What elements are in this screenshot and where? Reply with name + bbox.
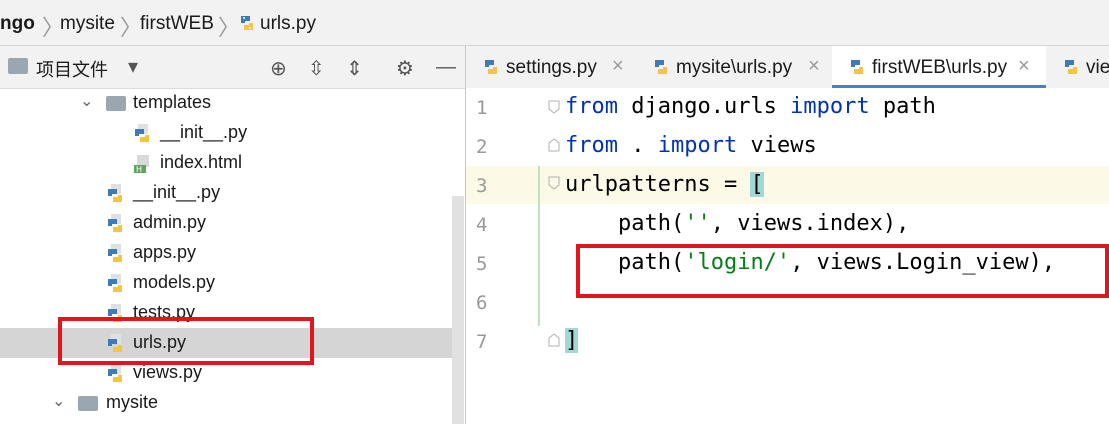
chevron-down-icon[interactable]: ▾ bbox=[128, 54, 138, 79]
tree-file[interactable]: admin.py bbox=[0, 208, 464, 238]
bracket-token: [ bbox=[750, 172, 764, 197]
svg-text:H: H bbox=[136, 165, 142, 174]
line-number: 6 bbox=[476, 292, 488, 314]
code-line[interactable]: from . import views bbox=[565, 133, 817, 158]
python-file-icon bbox=[1062, 58, 1080, 82]
hide-panel-icon[interactable]: — bbox=[436, 56, 456, 79]
tab-mysite-urls-py[interactable]: mysite\urls.py × bbox=[636, 46, 832, 88]
project-panel: 项目文件 ▾ ⊕ ⇳ ⇕ ⚙ — ⌄ templates __init__.py Hi… bbox=[0, 46, 466, 424]
string-token: '' bbox=[684, 211, 711, 236]
line-number: 3 bbox=[476, 175, 488, 197]
close-icon[interactable]: × bbox=[612, 55, 624, 78]
tree-item-label: templates bbox=[133, 92, 212, 112]
python-file-icon bbox=[106, 364, 126, 389]
fold-marker-icon[interactable] bbox=[548, 138, 560, 152]
chevron-down-icon[interactable]: ⌄ bbox=[52, 391, 65, 411]
python-file-icon bbox=[106, 274, 126, 299]
tree-item-label: mysite bbox=[106, 392, 159, 412]
project-panel-title[interactable]: 项目文件 bbox=[36, 56, 108, 82]
python-file-icon bbox=[482, 58, 500, 82]
python-file-icon bbox=[238, 14, 256, 32]
collapse-all-icon[interactable]: ⇕ bbox=[346, 56, 363, 81]
html-file-icon: H bbox=[133, 154, 153, 179]
project-panel-header: 项目文件 ▾ ⊕ ⇳ ⇕ ⚙ — bbox=[0, 46, 466, 89]
tree-file[interactable]: models.py bbox=[0, 268, 464, 298]
close-icon[interactable]: × bbox=[808, 55, 820, 78]
fold-marker-icon[interactable] bbox=[548, 100, 560, 114]
code-token: . bbox=[617, 133, 658, 158]
annotation-box-urls-py bbox=[58, 317, 314, 365]
tree-file[interactable]: apps.py bbox=[0, 238, 464, 268]
code-line[interactable]: urlpatterns = [ bbox=[565, 172, 764, 197]
code-line[interactable]: path('', views.index), bbox=[565, 211, 909, 236]
breadcrumb-item-file[interactable]: urls.py bbox=[260, 13, 316, 35]
annotation-box-login-path bbox=[576, 244, 1109, 298]
tab-label: vie bbox=[1086, 57, 1109, 78]
tree-file[interactable]: Hindex.html bbox=[0, 148, 464, 178]
chevron-right-icon: 〉 bbox=[218, 15, 241, 40]
tree-item-label: views.py bbox=[133, 362, 203, 382]
code-token: views bbox=[737, 133, 817, 158]
keyword-token: import bbox=[657, 133, 738, 158]
line-number: 2 bbox=[476, 136, 488, 158]
current-line-highlight bbox=[466, 166, 1109, 204]
chevron-down-icon[interactable]: ⌄ bbox=[80, 91, 93, 111]
tree-folder[interactable]: ⌄ templates bbox=[0, 88, 464, 118]
tree-item-label: __init__.py bbox=[133, 182, 221, 202]
tab-views-py[interactable]: vie bbox=[1046, 46, 1109, 88]
tab-label: settings.py bbox=[506, 57, 597, 78]
line-number: 1 bbox=[476, 97, 488, 119]
breadcrumb-item-firstweb[interactable]: firstWEB bbox=[140, 13, 214, 35]
code-token: path( bbox=[565, 211, 685, 236]
line-number: 5 bbox=[476, 253, 488, 275]
code-token: urlpatterns = bbox=[565, 172, 751, 197]
python-file-icon bbox=[106, 214, 126, 239]
tree-item-label: index.html bbox=[160, 152, 243, 172]
editor-tabs: settings.py × mysite\urls.py × firstWEB\… bbox=[466, 46, 1109, 89]
code-token: path bbox=[869, 94, 936, 119]
expand-all-icon[interactable]: ⇳ bbox=[308, 56, 325, 81]
python-file-icon bbox=[133, 124, 153, 149]
line-number: 7 bbox=[476, 331, 488, 353]
code-token: , views.index), bbox=[710, 211, 910, 236]
fold-marker-icon[interactable] bbox=[548, 333, 560, 347]
tree-item-label: models.py bbox=[133, 272, 216, 292]
chevron-right-icon: 〉 bbox=[120, 15, 143, 40]
python-file-icon bbox=[106, 244, 126, 269]
tree-file[interactable]: __init__.py bbox=[0, 178, 464, 208]
breadcrumb-item-mysite[interactable]: mysite bbox=[60, 13, 115, 35]
vcs-change-marker bbox=[538, 166, 540, 326]
locate-icon[interactable]: ⊕ bbox=[270, 56, 287, 81]
bracket-token: ] bbox=[565, 328, 579, 353]
keyword-token: from bbox=[565, 94, 618, 119]
tab-label: mysite\urls.py bbox=[676, 57, 793, 78]
gear-icon[interactable]: ⚙ bbox=[396, 56, 414, 81]
code-line[interactable]: from django.urls import path bbox=[565, 94, 936, 119]
folder-icon bbox=[78, 396, 98, 411]
python-file-icon bbox=[652, 58, 670, 82]
python-file-icon bbox=[106, 184, 126, 209]
scrollbar[interactable] bbox=[452, 196, 464, 424]
code-line[interactable]: ] bbox=[565, 328, 579, 353]
line-number: 4 bbox=[476, 214, 488, 236]
tree-item-label: __init__.py bbox=[160, 122, 248, 142]
folder-icon bbox=[8, 58, 28, 74]
tab-label: firstWEB\urls.py bbox=[872, 57, 1008, 78]
tree-file[interactable]: __init__.py bbox=[0, 118, 464, 148]
fold-marker-icon[interactable] bbox=[548, 176, 560, 190]
tree-item-label: apps.py bbox=[133, 242, 197, 262]
keyword-token: import bbox=[790, 94, 870, 119]
breadcrumb: ngo 〉 mysite 〉 firstWEB 〉 urls.py bbox=[0, 0, 1109, 46]
tab-firstweb-urls-py[interactable]: firstWEB\urls.py × bbox=[832, 46, 1046, 88]
tab-settings-py[interactable]: settings.py × bbox=[466, 46, 636, 88]
tree-folder[interactable]: ⌄ mysite bbox=[0, 388, 464, 418]
breadcrumb-item-project[interactable]: ngo bbox=[0, 13, 35, 35]
folder-icon bbox=[106, 96, 126, 111]
tree-item-label: admin.py bbox=[133, 212, 207, 232]
close-icon[interactable]: × bbox=[1018, 55, 1030, 78]
code-token: django.urls bbox=[617, 94, 791, 119]
keyword-token: from bbox=[565, 133, 618, 158]
python-file-icon bbox=[848, 58, 866, 82]
